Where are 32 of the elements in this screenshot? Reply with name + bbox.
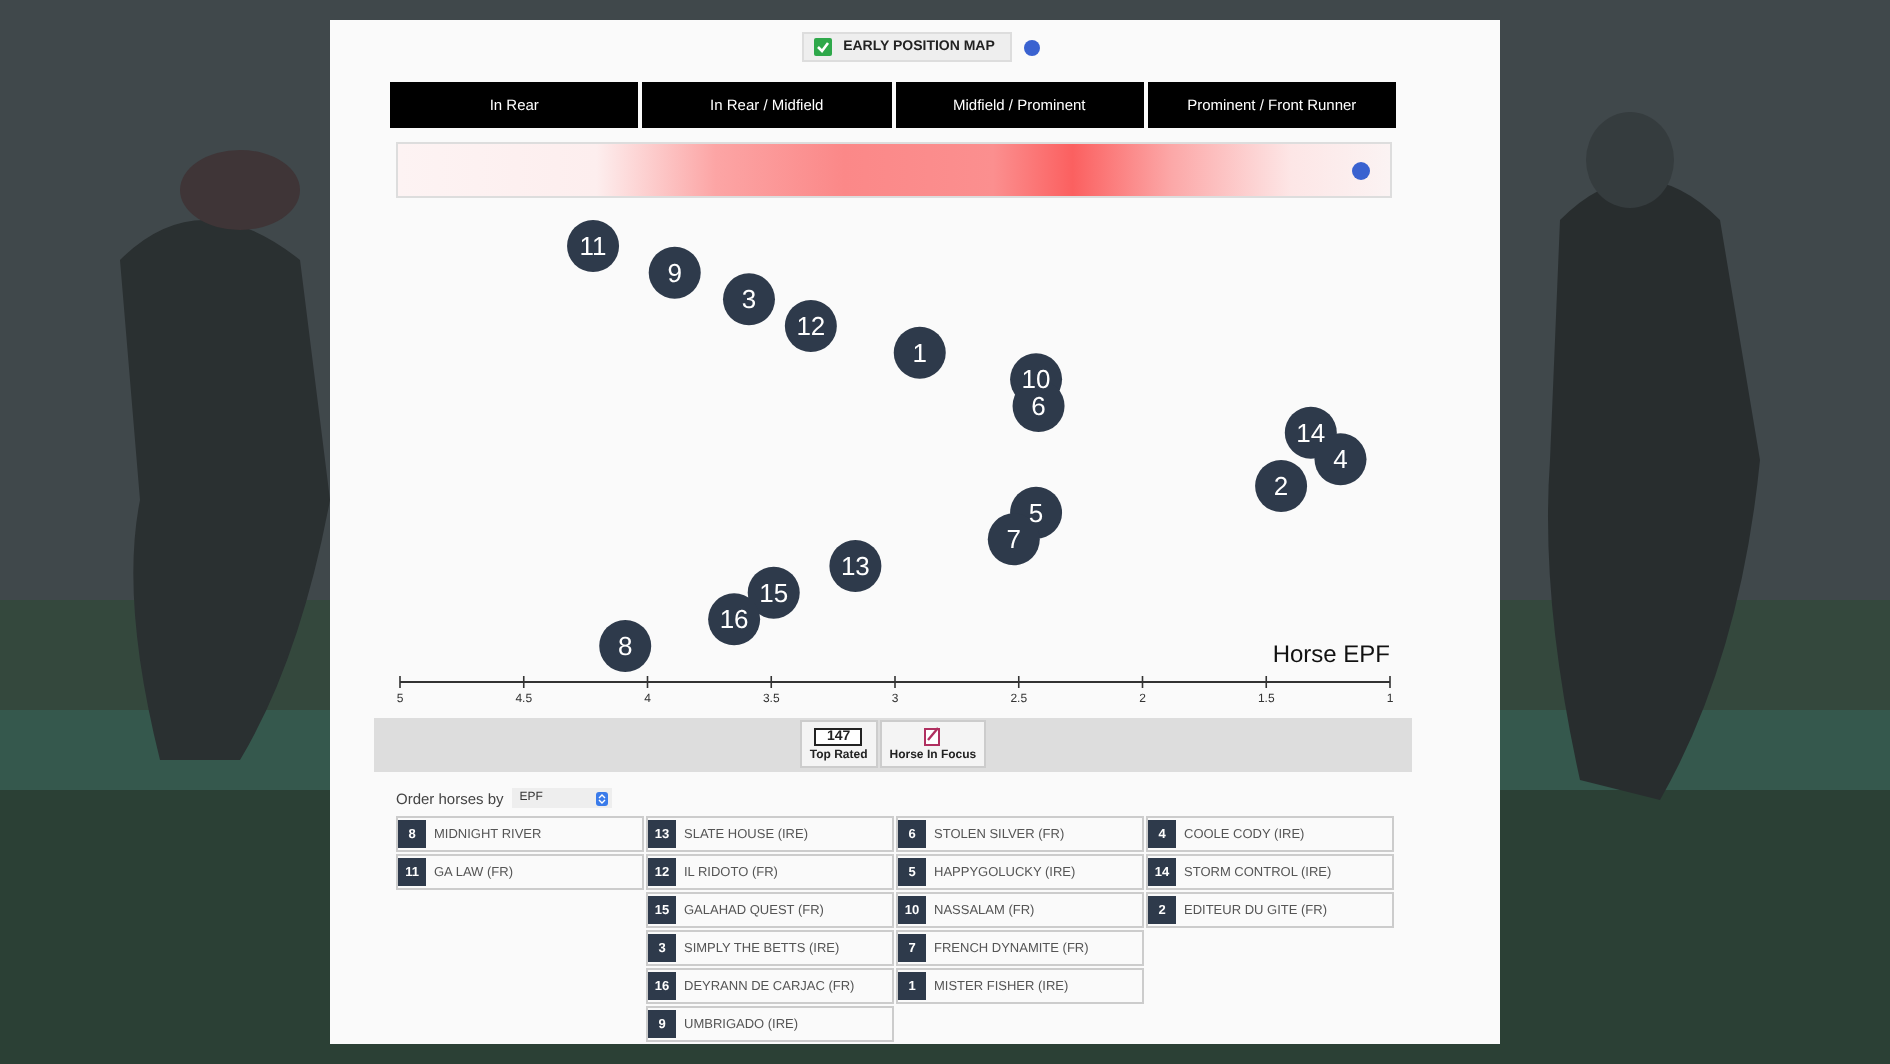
marker-label: 16 <box>719 604 749 635</box>
horse-marker[interactable] <box>747 566 800 619</box>
marker-label: 4 <box>1333 444 1348 475</box>
horse-marker[interactable] <box>784 299 837 352</box>
marker-label: 13 <box>840 550 870 581</box>
marker-label: 14 <box>1296 417 1326 448</box>
marker-label: 9 <box>667 257 682 288</box>
marker-label: 7 <box>1006 524 1022 555</box>
marker-label: 1 <box>912 337 927 368</box>
dropdown-icon <box>595 791 608 805</box>
horse-marker[interactable] <box>648 246 701 299</box>
horse-marker[interactable] <box>893 326 946 379</box>
horse-marker[interactable] <box>1255 459 1308 512</box>
horse-marker[interactable] <box>567 219 620 272</box>
marker-label: 3 <box>741 284 757 315</box>
marker-label: 12 <box>796 310 826 341</box>
notepad-icon <box>923 726 942 747</box>
marker-label: 2 <box>1273 470 1289 501</box>
horse-marker[interactable] <box>599 619 652 672</box>
info-icon[interactable] <box>1024 39 1041 56</box>
marker-label: 6 <box>1031 390 1046 421</box>
horse-marker[interactable] <box>723 273 775 326</box>
marker-label: 11 <box>579 230 607 261</box>
axis-title: Horse EPF <box>1272 639 1390 668</box>
horse-marker[interactable] <box>829 539 882 592</box>
marker-label: 5 <box>1028 497 1044 528</box>
info-icon[interactable] <box>1352 161 1370 180</box>
marker-label: 8 <box>618 630 633 661</box>
marker-label: 15 <box>759 577 789 608</box>
marker-label: 10 <box>1021 364 1051 395</box>
horse-marker[interactable] <box>708 593 761 646</box>
checkbox[interactable] <box>813 38 832 57</box>
